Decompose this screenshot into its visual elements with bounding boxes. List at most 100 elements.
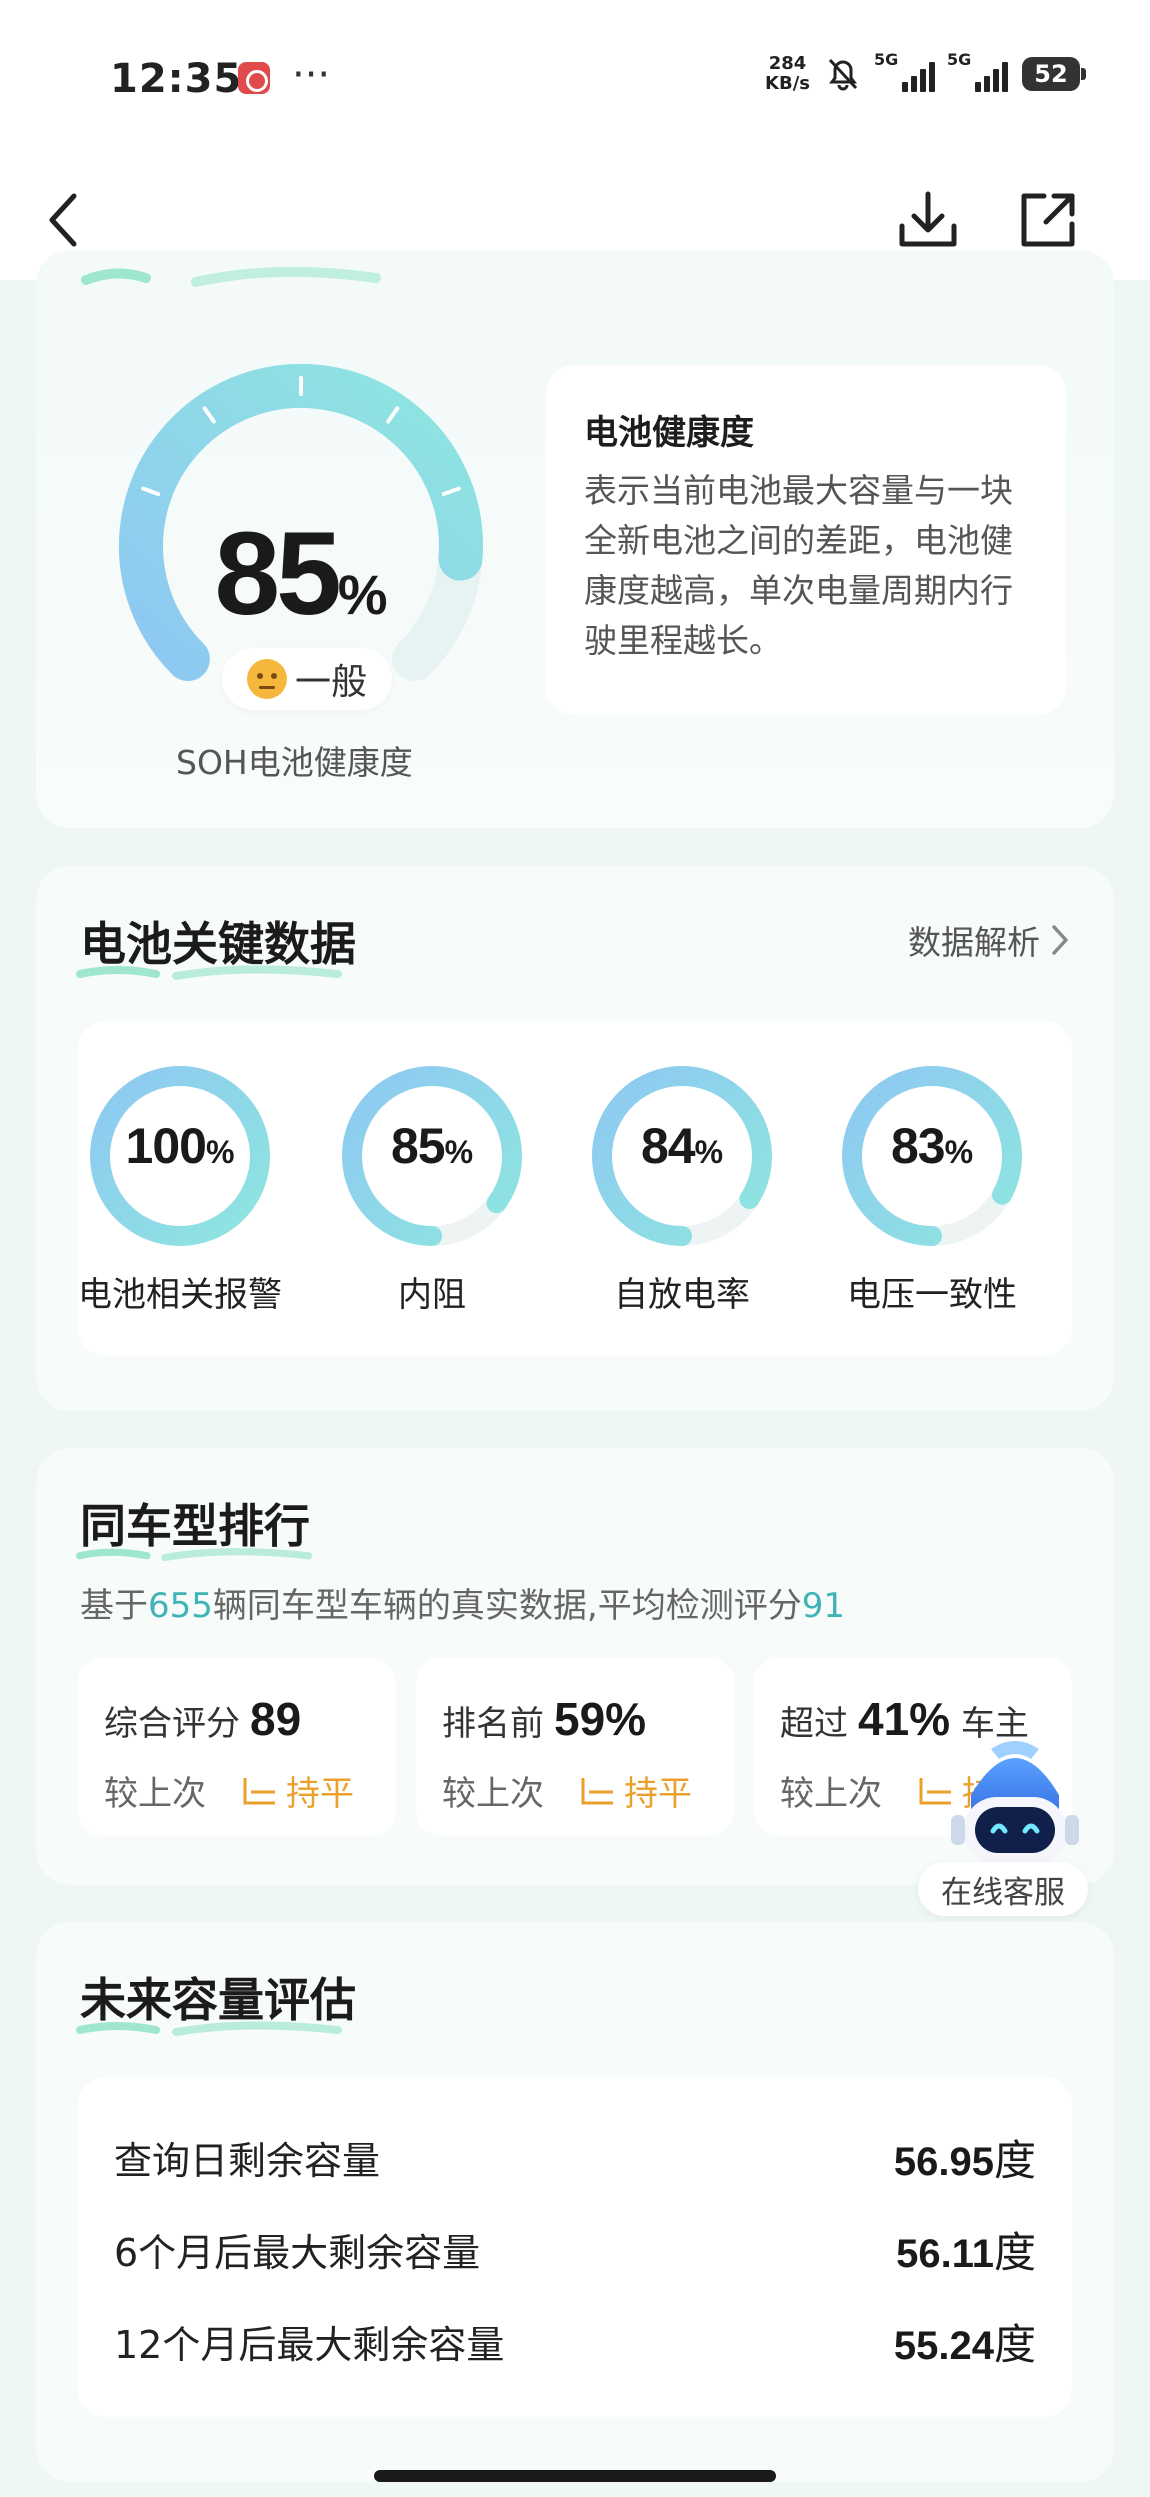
signal-sim2-icon: 5G [947,50,1008,92]
stat-overall-compare-label: 较上次 [104,1774,206,1814]
stat-rank: 排名前 59% 较上次 持平 [416,1658,734,1836]
data-analysis-link[interactable]: 数据解析 [908,916,1070,964]
ring-resistance[interactable]: 85% 内阻 [312,1061,552,1316]
download-button[interactable] [888,180,968,260]
battery-icon: 52 [1022,57,1086,91]
health-status-badge: 一般 [222,648,392,710]
stat-overall-label: 综合评分 [104,1704,240,1744]
health-gauge: 85% [76,346,526,686]
ranking-average-score: 91 [801,1586,845,1626]
capacity-row-value: 56.95度 [894,2127,1036,2188]
ring-voltage-number: 83 [890,1118,946,1174]
title-decoration [81,266,381,287]
stat-rank-trend: 持平 [580,1766,692,1815]
ring-self-discharge-value: 84% [562,1117,802,1175]
status-bar: 12:35 ··· 284 KB/s 5G 5G 52 [0,0,1150,160]
key-data-rings: 100% 电池相关报警 85% 内阻 84% 自放电率 83% 电压一致性 [78,1021,1072,1356]
status-time: 12:35 [110,56,243,102]
capacity-table: 查询日剩余容量 56.95度 6个月后最大剩余容量 56.11度 12个月后最大… [78,2077,1072,2417]
external-link-icon [1021,193,1075,247]
stat-rank-compare-label: 较上次 [442,1774,544,1814]
ring-voltage-label: 电压一致性 [847,1275,1017,1315]
sim1-label: 5G [874,50,899,69]
network-speed: 284 KB/s [765,54,810,94]
ranking-subtitle-mid: 辆同车型车辆的真实数据,平均检测评分 [212,1586,802,1626]
stat-overall-score: 综合评分 89 较上次 持平 [78,1658,396,1836]
capacity-row-number: 56.95 [893,2140,994,2184]
ring-voltage-unit: % [944,1134,974,1170]
capacity-row-unit: 度 [993,2320,1036,2369]
stat-overall-trend: 持平 [242,1766,354,1815]
app-notification-icon [238,62,270,94]
capacity-row-label: 查询日剩余容量 [114,2139,381,2183]
neutral-face-icon [246,659,287,699]
share-button[interactable] [1008,180,1088,260]
home-indicator[interactable] [374,2470,776,2482]
ring-resistance-number: 85 [390,1118,446,1174]
health-card: 85% 一般 SOH电池健康度 电池健康度 表示当前电池最大容量与一块全新电池之… [36,250,1114,828]
sim2-label: 5G [947,50,972,69]
ring-resistance-label: 内阻 [398,1275,466,1315]
chevron-right-icon [1052,925,1068,955]
chevron-left-icon [49,193,77,247]
ring-voltage[interactable]: 83% 电压一致性 [812,1061,1052,1316]
capacity-row-value: 55.24度 [894,2311,1036,2372]
ring-self-discharge-unit: % [694,1134,724,1170]
download-icon [899,191,957,247]
health-value-unit: % [337,563,388,626]
ranking-subtitle-prefix: 基于 [80,1586,148,1626]
stat-rank-label: 排名前 [442,1704,544,1744]
stat-exceed-label: 超过 [780,1704,848,1744]
key-data-title-text: 电池关键数据 [80,917,356,971]
capacity-title: 未来容量评估 [76,1964,356,2036]
health-status-text: 一般 [294,662,367,703]
stat-rank-top: 排名前 59% [442,1692,646,1746]
ring-self-discharge-label: 自放电率 [614,1275,750,1315]
status-indicators: 284 KB/s 5G 5G 52 [765,50,1086,94]
stat-exceed-compare-label: 较上次 [780,1774,882,1814]
ring-self-discharge-number: 84 [640,1118,696,1174]
stat-overall-top: 综合评分 89 [104,1692,301,1746]
data-analysis-link-text: 数据解析 [908,923,1040,962]
health-info-text: 表示当前电池最大容量与一块全新电池之间的差距，电池健康度越高，单次电量周期内行驶… [584,471,1013,660]
back-button[interactable] [24,180,104,260]
capacity-card: 未来容量评估 查询日剩余容量 56.95度 6个月后最大剩余容量 56.11度 … [36,1922,1114,2482]
stat-overall-trend-text: 持平 [286,1774,354,1814]
stat-rank-trend-text: 持平 [624,1774,692,1814]
capacity-row-label: 6个月后最大剩余容量 [114,2231,481,2275]
ring-alarm-label: 电池相关报警 [78,1275,282,1315]
health-gauge-label: SOH电池健康度 [176,743,413,782]
ring-alarm-number: 100 [125,1118,207,1174]
more-notifications-icon: ··· [292,52,331,98]
network-speed-value: 284 [768,53,807,74]
ranking-title-text: 同车型排行 [80,1499,310,1553]
signal-sim1-icon: 5G [874,50,935,92]
key-data-card: 电池关键数据 数据解析 100% 电池相关报警 85% 内阻 84% 自放电率 … [36,866,1114,1411]
health-info-box: 电池健康度 表示当前电池最大容量与一块全新电池之间的差距，电池健康度越高，单次电… [546,365,1066,715]
health-value-number: 85 [214,508,341,640]
customer-service-label[interactable]: 在线客服 [918,1862,1088,1916]
stat-overall-value: 89 [250,1693,302,1745]
capacity-row-number: 56.11 [896,2232,994,2276]
ring-resistance-unit: % [444,1134,474,1170]
ring-self-discharge[interactable]: 84% 自放电率 [562,1061,802,1316]
ring-resistance-value: 85% [312,1117,552,1175]
capacity-row-unit: 度 [993,2136,1036,2185]
health-info-title: 电池健康度 [584,413,754,453]
capacity-row: 12个月后最大剩余容量 55.24度 [114,2311,1036,2372]
capacity-row: 查询日剩余容量 56.95度 [114,2127,1036,2188]
flat-trend-icon [243,1777,275,1804]
capacity-row-label: 12个月后最大剩余容量 [114,2323,505,2367]
flat-trend-icon [581,1777,613,1804]
mute-bell-icon [828,58,858,91]
capacity-row-value: 56.11度 [896,2219,1036,2280]
stat-overall-compare: 较上次 持平 [104,1766,354,1815]
ring-voltage-value: 83% [812,1117,1052,1175]
ring-alarm[interactable]: 100% 电池相关报警 [60,1061,300,1316]
ranking-subtitle: 基于655辆同车型车辆的真实数据,平均检测评分91 [80,1578,845,1627]
capacity-row: 6个月后最大剩余容量 56.11度 [114,2219,1036,2280]
capacity-title-text: 未来容量评估 [80,1973,356,2027]
ranking-title: 同车型排行 [76,1490,313,1562]
stat-rank-value: 59% [554,1693,647,1745]
ring-alarm-unit: % [205,1134,235,1170]
